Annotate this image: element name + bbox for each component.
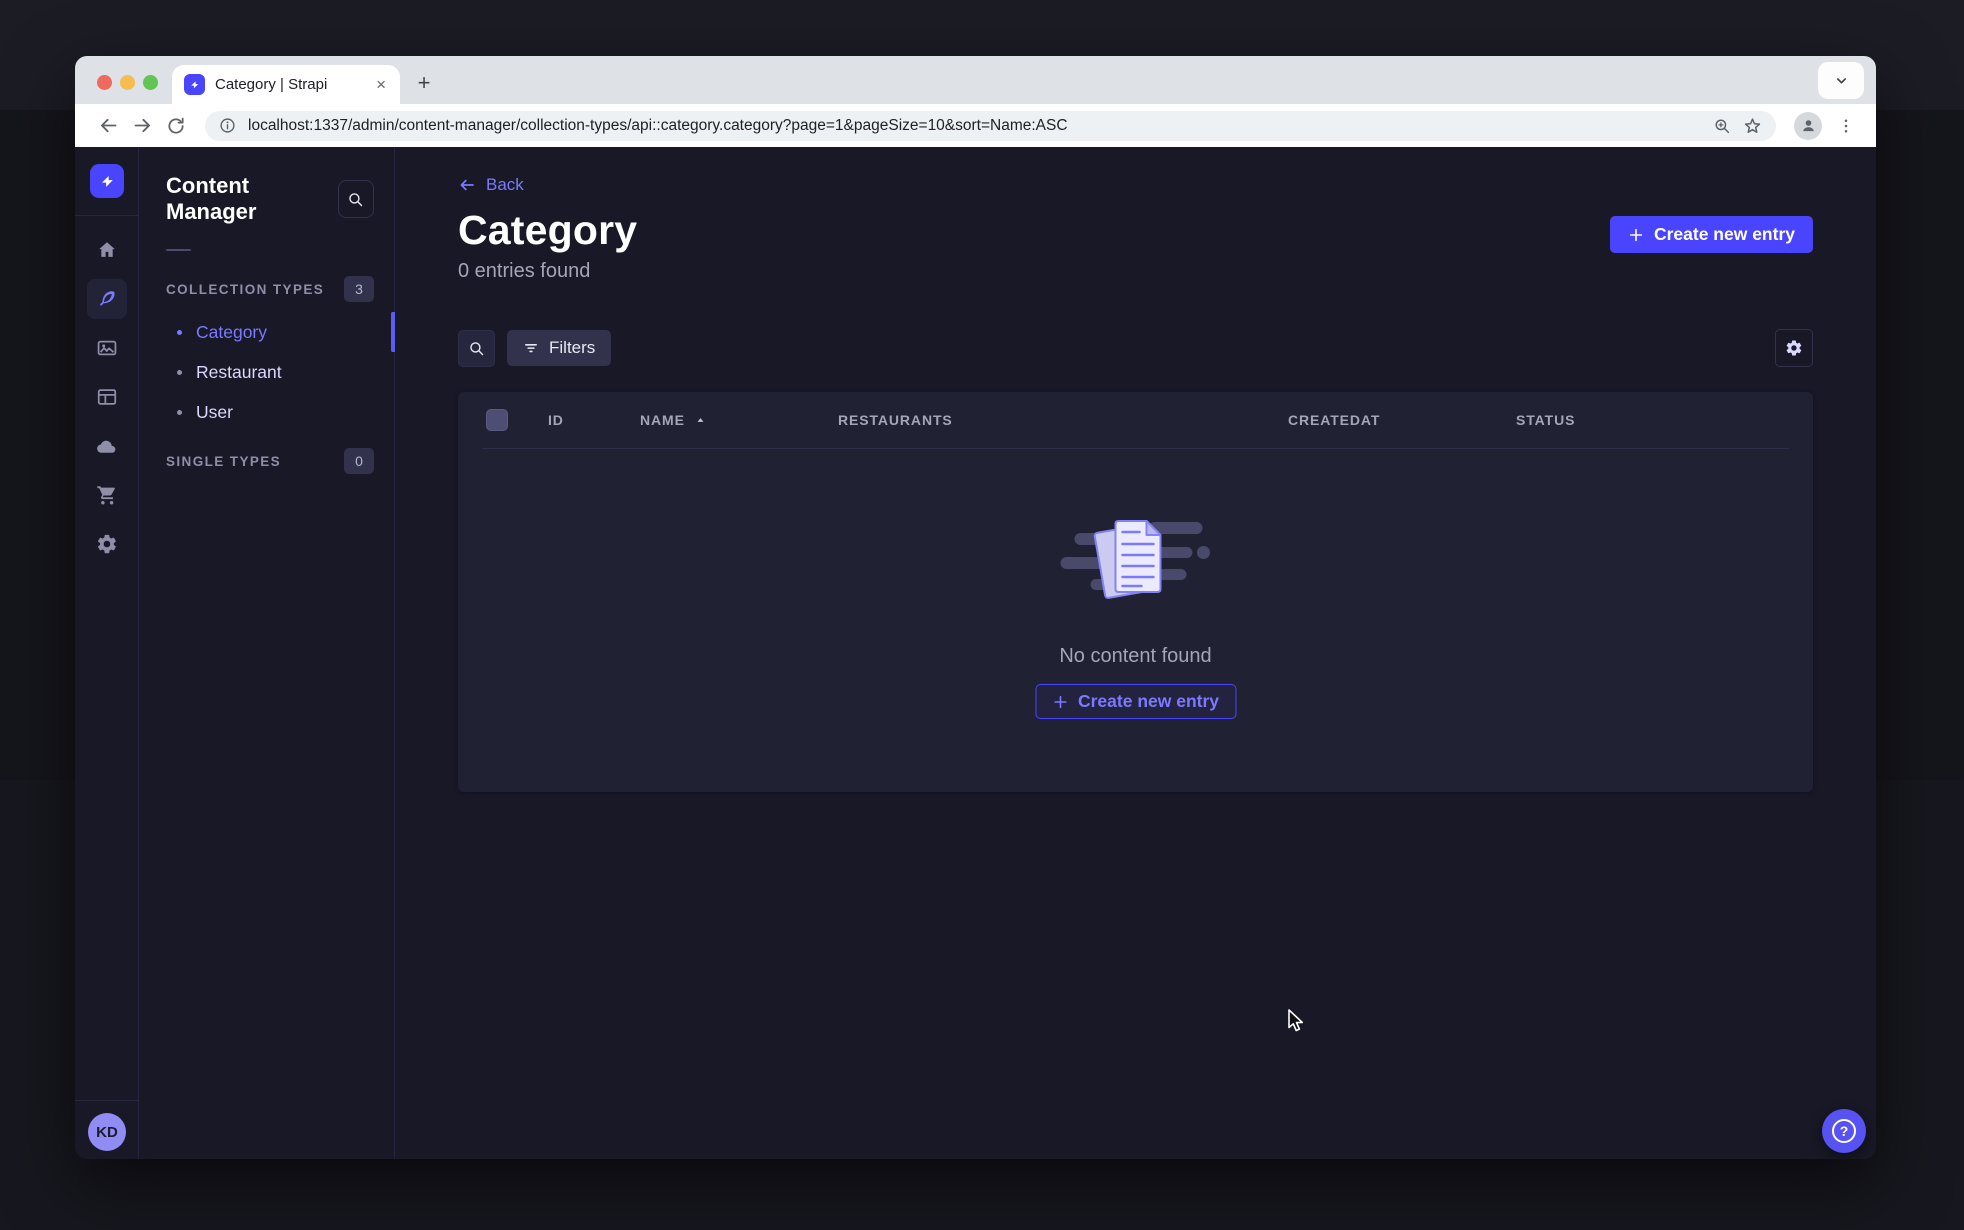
single-types-count-badge: 0 xyxy=(344,448,374,474)
browser-menu-icon[interactable] xyxy=(1832,117,1860,135)
search-icon xyxy=(470,341,484,355)
home-icon[interactable] xyxy=(87,230,127,270)
column-header-restaurants[interactable]: RESTAURANTS xyxy=(838,412,953,428)
sidebar-item-label: User xyxy=(196,401,233,422)
header-divider xyxy=(482,448,1789,449)
sidebar-item-restaurant[interactable]: Restaurant xyxy=(139,352,394,392)
settings-gear-icon[interactable] xyxy=(87,524,127,564)
filters-button[interactable]: Filters xyxy=(507,330,612,366)
entries-count: 0 entries found xyxy=(458,260,591,282)
tab-title: Category | Strapi xyxy=(215,76,328,93)
bookmark-star-icon[interactable] xyxy=(1743,116,1762,135)
plus-icon xyxy=(1629,228,1643,241)
column-header-name[interactable]: NAME xyxy=(640,412,707,428)
tab-close-icon[interactable]: × xyxy=(374,75,388,95)
close-window-button[interactable] xyxy=(97,75,112,90)
window-controls xyxy=(97,75,158,90)
main-content: Back Category 0 entries found Create new… xyxy=(395,147,1876,1159)
table-header-row: ID NAME RESTAURANTS CREATEDAT STATUS xyxy=(458,392,1813,449)
nav-divider xyxy=(75,215,139,216)
strapi-admin: KD Content Manager COLLECTION TYPES 3 Ca… xyxy=(75,147,1876,1159)
column-header-createdat[interactable]: CREATEDAT xyxy=(1288,412,1380,428)
sidebar-divider xyxy=(166,249,191,251)
nav-bottom-divider xyxy=(75,1100,138,1101)
select-all-checkbox[interactable] xyxy=(486,409,508,431)
collection-types-section: COLLECTION TYPES 3 xyxy=(139,276,394,302)
forward-nav-icon[interactable] xyxy=(125,109,159,143)
url-text: localhost:1337/admin/content-manager/col… xyxy=(248,116,1068,134)
empty-message: No content found xyxy=(1059,645,1212,667)
plus-icon xyxy=(1053,695,1067,708)
question-mark-icon: ? xyxy=(1832,1119,1856,1143)
primary-nav: KD xyxy=(75,147,139,1159)
sidebar-search-button[interactable] xyxy=(337,180,374,218)
column-header-status[interactable]: STATUS xyxy=(1516,412,1575,428)
gear-icon xyxy=(1786,340,1802,356)
empty-create-new-entry-button[interactable]: Create new entry xyxy=(1034,684,1237,719)
url-bar[interactable]: localhost:1337/admin/content-manager/col… xyxy=(205,110,1776,141)
single-types-section: SINGLE TYPES 0 xyxy=(139,448,394,474)
media-library-icon[interactable] xyxy=(87,328,127,368)
browser-window: Category | Strapi × + localhost:1337/adm… xyxy=(75,56,1876,1159)
bullet-icon xyxy=(177,409,182,415)
strapi-favicon-icon xyxy=(184,74,205,95)
reload-icon[interactable] xyxy=(159,109,193,143)
new-tab-button[interactable]: + xyxy=(409,68,439,98)
user-avatar[interactable]: KD xyxy=(88,1113,126,1151)
content-type-builder-icon[interactable] xyxy=(87,377,127,417)
site-info-icon[interactable] xyxy=(219,117,236,134)
zoom-page-icon[interactable] xyxy=(1713,117,1731,135)
marketplace-cart-icon[interactable] xyxy=(87,475,127,515)
sidebar-item-label: Restaurant xyxy=(196,361,282,382)
mouse-cursor xyxy=(1288,1009,1304,1032)
search-entries-button[interactable] xyxy=(458,329,495,367)
sort-asc-icon xyxy=(694,414,707,427)
cloud-icon[interactable] xyxy=(87,426,127,466)
sidebar-title: Content Manager xyxy=(166,173,257,224)
collection-types-count-badge: 3 xyxy=(344,276,374,302)
browser-toolbar: localhost:1337/admin/content-manager/col… xyxy=(75,104,1876,147)
sidebar-item-user[interactable]: User xyxy=(139,392,394,432)
filter-icon xyxy=(525,344,537,353)
empty-state: No content found Create new entry xyxy=(1034,517,1237,719)
bullet-icon xyxy=(177,369,182,375)
column-header-id[interactable]: ID xyxy=(548,412,564,428)
single-types-label: SINGLE TYPES xyxy=(166,453,282,469)
collection-types-label: COLLECTION TYPES xyxy=(166,281,325,297)
tab-search-chevron-icon[interactable] xyxy=(1818,62,1864,99)
strapi-logo[interactable] xyxy=(89,164,124,198)
browser-tab-strip: Category | Strapi × + xyxy=(75,56,1876,104)
page-title: Category xyxy=(458,207,638,253)
content-manager-sidebar: Content Manager COLLECTION TYPES 3 Categ… xyxy=(139,147,395,1159)
back-nav-icon[interactable] xyxy=(91,109,125,143)
help-button[interactable]: ? xyxy=(1822,1109,1866,1153)
entries-table: ID NAME RESTAURANTS CREATEDAT STATUS No … xyxy=(458,392,1813,792)
minimize-window-button[interactable] xyxy=(120,75,135,90)
create-new-entry-button[interactable]: Create new entry xyxy=(1609,216,1813,253)
sidebar-item-label: Category xyxy=(196,321,268,342)
maximize-window-button[interactable] xyxy=(143,75,158,90)
content-manager-icon[interactable] xyxy=(86,279,127,319)
back-arrow-icon xyxy=(460,179,474,191)
no-content-illustration xyxy=(1060,520,1210,599)
sidebar-item-category[interactable]: Category xyxy=(139,312,395,352)
bullet-icon xyxy=(177,329,182,335)
back-link[interactable]: Back xyxy=(458,175,524,195)
browser-profile-icon[interactable] xyxy=(1794,111,1822,140)
browser-tab[interactable]: Category | Strapi × xyxy=(172,65,400,104)
view-settings-button[interactable] xyxy=(1775,329,1813,367)
